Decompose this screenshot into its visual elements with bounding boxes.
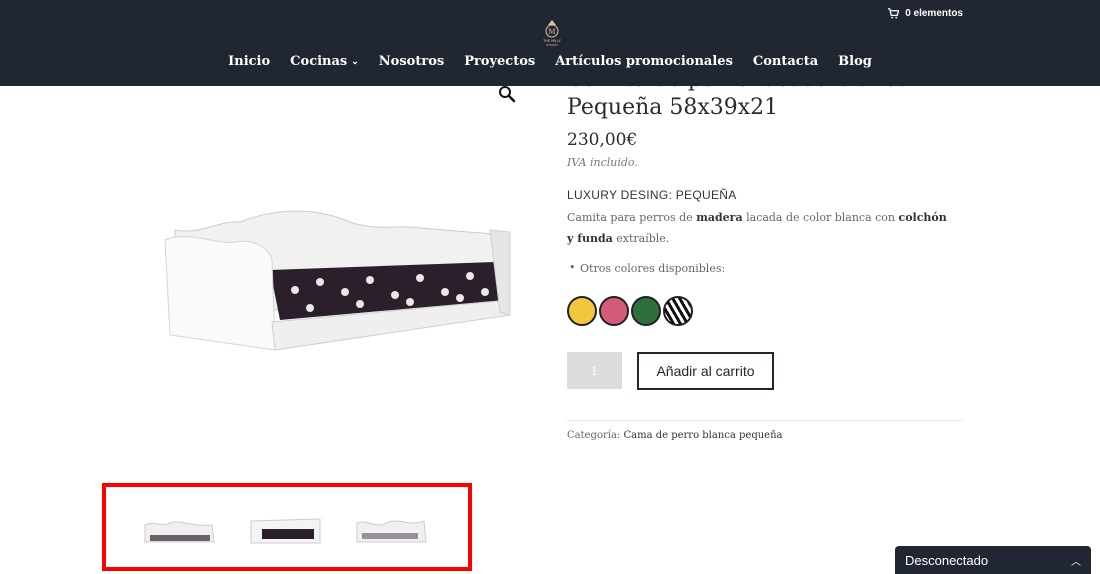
cart-count: 0 elementos — [905, 8, 963, 19]
nav-label: Blog — [838, 54, 872, 69]
thumbnail-3[interactable] — [354, 517, 429, 547]
site-logo[interactable]: M THE MILLY STUDIO — [536, 18, 568, 48]
divider — [567, 420, 963, 421]
quantity-input[interactable] — [567, 352, 622, 389]
colors-bullet: Otros colores disponibles: — [569, 261, 725, 275]
thumbnail-strip-highlight — [102, 483, 472, 571]
category-link[interactable]: Cama de perro blanca pequeña — [623, 430, 782, 441]
thumbnail-1[interactable] — [142, 517, 217, 547]
zoom-icon[interactable] — [498, 85, 516, 103]
nav-label: Artículos promocionales — [555, 54, 733, 69]
nav-label: Proyectos — [464, 54, 536, 69]
product-subheading: LUXURY DESING: PEQUEÑA — [567, 188, 737, 202]
swatch-yellow[interactable] — [567, 296, 597, 326]
product-title-line2: Pequeña 58x39x21 — [567, 95, 779, 120]
nav-item-proyectos[interactable]: Proyectos — [464, 54, 535, 69]
cart-icon — [888, 8, 900, 19]
nav-label: Contacta — [752, 54, 819, 69]
nav-label: Inicio — [228, 54, 271, 69]
swatch-green[interactable] — [631, 296, 661, 326]
desc-text: Camita para perros de — [567, 211, 697, 224]
desc-text: extraíble. — [612, 232, 670, 245]
color-swatches — [567, 296, 693, 326]
nav-item-articulos[interactable]: Artículos promocionales — [555, 54, 733, 69]
product-price: 230,00€ — [567, 130, 638, 150]
svg-text:M: M — [548, 28, 555, 36]
nav-item-contacta[interactable]: Contacta — [753, 54, 818, 69]
nav-label: Nosotros — [378, 54, 445, 69]
nav-label: Cocinas — [290, 54, 348, 69]
chevron-up-icon: ︿ — [1071, 556, 1081, 568]
tax-note: IVA incluido. — [567, 156, 638, 169]
thumbnail-2[interactable] — [248, 517, 323, 547]
desc-bold: madera — [696, 211, 743, 224]
product-category: Categoría: Cama de perro blanca pequeña — [567, 430, 783, 441]
site-header: M THE MILLY STUDIO 0 elementos Inicio Co… — [0, 0, 1100, 86]
nav-item-inicio[interactable]: Inicio — [228, 54, 270, 69]
cart-link[interactable]: 0 elementos — [888, 8, 963, 19]
svg-text:STUDIO: STUDIO — [546, 43, 558, 47]
category-label: Categoría: — [567, 430, 621, 441]
nav-item-cocinas[interactable]: Cocinas ⌄ — [290, 54, 359, 69]
product-main-image[interactable] — [160, 200, 516, 360]
main-nav: Inicio Cocinas ⌄ Nosotros Proyectos Artíc… — [0, 54, 1100, 69]
nav-item-nosotros[interactable]: Nosotros — [379, 54, 444, 69]
nav-item-blog[interactable]: Blog — [838, 54, 872, 69]
chat-widget[interactable]: Desconectado ︿ — [895, 546, 1091, 574]
desc-text: lacada de color blanca con — [742, 211, 899, 224]
product-description: Camita para perros de madera lacada de c… — [567, 207, 947, 249]
swatch-pink[interactable] — [599, 296, 629, 326]
swatch-zebra[interactable] — [663, 296, 693, 326]
add-to-cart-button[interactable]: Añadir al carrito — [637, 352, 774, 390]
chat-status: Desconectado — [905, 552, 989, 568]
chevron-down-icon: ⌄ — [351, 56, 359, 67]
